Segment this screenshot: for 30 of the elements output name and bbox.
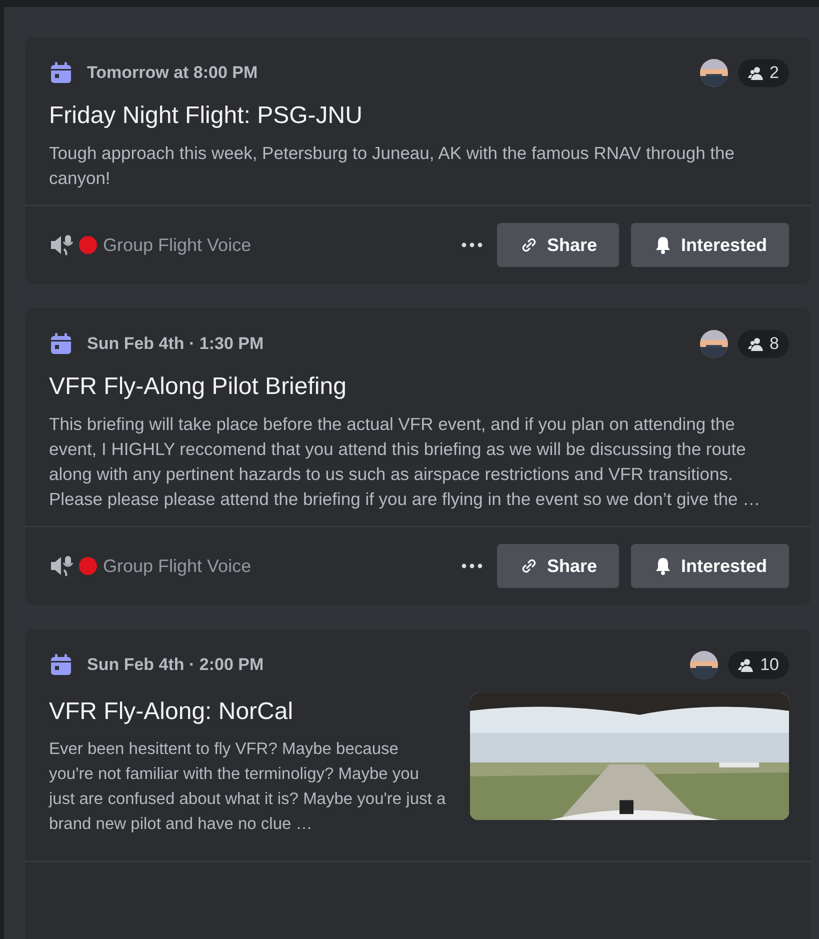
interested-count: 8: [738, 330, 789, 358]
interested-count: 2: [738, 59, 789, 87]
event-title: VFR Fly-Along Pilot Briefing: [49, 372, 348, 402]
event-description: Ever been hesittent to fly VFR? Maybe because you're not familiar with the terminoligy? Maybe you just are confused about what it is? Maybe you're just a brand new pilot and have no clue …: [49, 739, 446, 835]
status-dot-icon: [79, 557, 97, 575]
voice-channel-icon: [49, 554, 73, 578]
interested-count: 10: [728, 651, 789, 679]
voice-channel-icon: [49, 233, 73, 257]
event-date: Tomorrow at 8:00 PM: [87, 63, 258, 83]
channel-name: Group Flight Voice: [103, 556, 252, 576]
more-icon[interactable]: [460, 563, 483, 569]
people-icon: [748, 65, 764, 81]
calendar-icon: [49, 332, 73, 356]
interested-button[interactable]: Interested: [630, 544, 789, 588]
calendar-icon: [49, 653, 73, 677]
share-button[interactable]: Share: [496, 544, 619, 588]
channel-name: Group Flight Voice: [103, 234, 252, 256]
share-button[interactable]: Share: [496, 223, 619, 267]
event-description: Tough approach this week, Petersburg to Juneau, AK with the famous RNAV through the canyon!: [49, 142, 736, 190]
status-dot-icon: [79, 236, 97, 254]
event-date: Sun Feb 4th · 2:00 PM: [87, 655, 264, 675]
event-title: VFR Fly-Along: NorCal: [49, 697, 294, 727]
interested-button[interactable]: Interested: [630, 223, 789, 267]
more-icon[interactable]: [460, 242, 483, 248]
event-title: Friday Night Flight: PSG-JNU: [49, 101, 364, 131]
people-icon: [738, 657, 754, 673]
people-icon: [748, 336, 764, 352]
event-description: This briefing will take place before the actual VFR event, and if you plan on attending the event, I HIGHLY reccomend that you attend this briefing as we will be discussing the route along with any pertinent hazards to us such as airspace restrictions and VFR transitions. Please please please attend the briefing if you are flying in the event so we don’t give the …: [49, 413, 762, 511]
calendar-icon: [49, 61, 73, 85]
event-date: Sun Feb 4th · 1:30 PM: [87, 334, 264, 354]
